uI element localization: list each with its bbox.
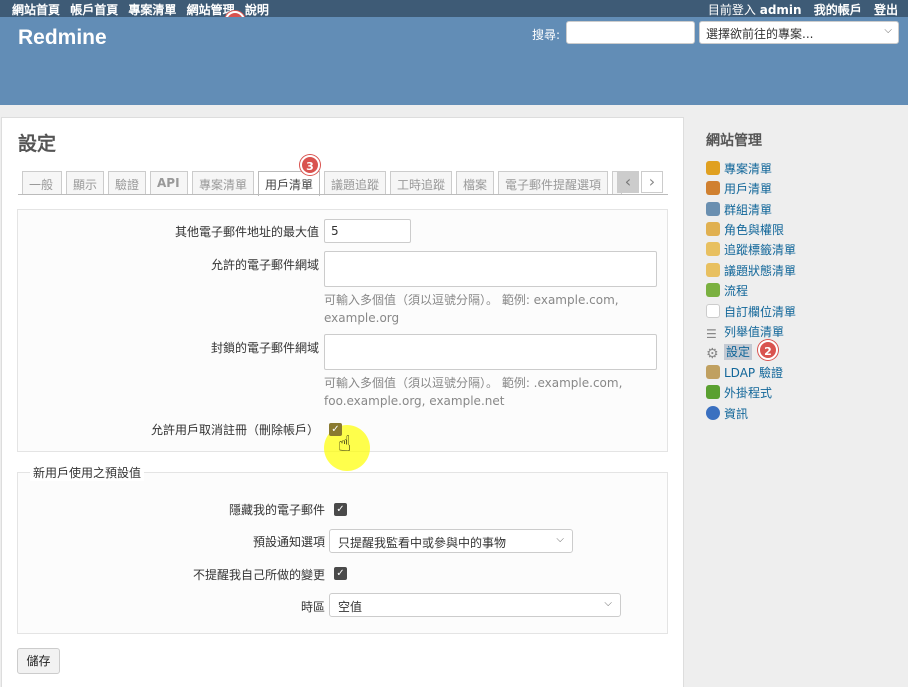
group-icon [706, 202, 720, 216]
sidebar-item-plugins[interactable]: 外掛程式 [706, 384, 772, 402]
sidebar-item-trackers[interactable]: 追蹤標籤清單 [706, 241, 796, 259]
roles-icon [706, 222, 720, 236]
tab-general[interactable]: 一般 [22, 171, 62, 195]
denied-hint-line-1: 可輸入多個值（須以逗號分隔）。 範例: .example.com, [324, 376, 623, 390]
sidebar-item-issue-statuses[interactable]: 議題狀態清單 [706, 262, 796, 280]
user-link[interactable]: admin [760, 3, 802, 17]
defaults-legend: 新用戶使用之預設值 [30, 464, 145, 481]
notify-option-label: 預設通知選項 [252, 535, 325, 549]
allowed-domains-textarea[interactable] [324, 251, 657, 287]
step-badge-3: 3 [300, 155, 320, 175]
chevron-down-icon: ⌵ [884, 25, 892, 36]
denied-domains-hint: 可輸入多個值（須以逗號分隔）。 範例: .example.com, foo.ex… [324, 374, 654, 410]
sidebar-item-ldap[interactable]: LDAP 驗證 [706, 364, 783, 382]
status-icon [706, 263, 720, 277]
tracker-icon [706, 242, 720, 256]
user-icon [706, 181, 720, 195]
plugin-icon [706, 385, 720, 399]
allowed-domains-hint: 可輸入多個值（須以逗號分隔）。 範例: example.com, example… [324, 291, 654, 327]
chevron-down-icon: ⌵ [604, 598, 612, 609]
step-badge-2: 2 [758, 340, 778, 360]
ldap-icon [706, 365, 720, 379]
tab-display[interactable]: 顯示 [66, 171, 104, 195]
allowed-domains-label: 允許的電子郵件網域 [210, 258, 319, 272]
hide-email-checkbox[interactable]: ✓ [334, 503, 347, 516]
allowed-hint-line-2: example.org [324, 311, 400, 325]
gear-icon: ⚙ [706, 346, 719, 362]
menu-my-page[interactable]: 帳戶首頁 [70, 3, 118, 17]
header: Redmine 搜尋: 選擇欲前往的專案... ⌵ [0, 17, 908, 105]
timezone-label: 時區 [300, 600, 325, 614]
sidebar-item-settings[interactable]: ⚙ 設定 [706, 343, 753, 362]
page-title: 設定 [18, 133, 57, 155]
denied-hint-line-2: foo.example.org, example.net [324, 394, 505, 408]
max-emails-label: 其他電子郵件地址的最大值 [174, 225, 319, 239]
custom-field-icon [706, 304, 720, 318]
tab-underline [18, 194, 668, 195]
sidebar-item-custom-fields[interactable]: 自訂欄位清單 [706, 303, 796, 321]
search-input[interactable] [566, 21, 695, 44]
max-emails-input[interactable]: 5 [324, 219, 411, 243]
tab-authentication[interactable]: 驗證 [108, 171, 146, 195]
top-menu: 網站首頁 帳戶首頁 專案清單 網站管理 說明 目前登入 admin 我的帳戶 登… [0, 0, 908, 17]
logout-link[interactable]: 登出 [874, 3, 898, 17]
search-label: 搜尋: [532, 28, 561, 42]
sidebar-item-projects[interactable]: 專案清單 [706, 160, 772, 178]
menu-help[interactable]: 說明 [245, 3, 269, 17]
timezone-value: 空值 [338, 600, 363, 614]
tab-email-notifications[interactable]: 電子郵件提醒選項 [498, 171, 608, 195]
unsubscribe-label: 允許用戶取消註冊（刪除帳戶） [150, 423, 319, 437]
tab-time-tracking[interactable]: 工時追蹤 [390, 171, 452, 195]
project-jump-select[interactable]: 選擇欲前往的專案... ⌵ [699, 21, 899, 44]
tab-scroll-left-button[interactable]: ‹ [617, 171, 639, 193]
sidebar-item-users[interactable]: 用戶清單 [706, 180, 772, 198]
sidebar-item-enumerations[interactable]: ☰ 列舉值清單 [706, 323, 784, 341]
tab-api[interactable]: API [150, 171, 188, 195]
notify-option-value: 只提醒我監看中或參與中的事物 [338, 536, 507, 550]
menu-home[interactable]: 網站首頁 [12, 3, 60, 17]
sidebar-item-workflow[interactable]: 流程 [706, 282, 748, 300]
list-icon: ☰ [706, 327, 717, 341]
sidebar-item-groups[interactable]: 群組清單 [706, 201, 772, 219]
tab-files[interactable]: 檔案 [456, 171, 494, 195]
notify-option-select[interactable]: 只提醒我監看中或參與中的事物 ⌵ [329, 529, 573, 553]
app-title[interactable]: Redmine [18, 26, 107, 50]
projects-icon [706, 161, 720, 175]
sidebar-title: 網站管理 [706, 133, 762, 149]
sidebar-item-info[interactable]: 資訊 [706, 405, 748, 423]
my-account-link[interactable]: 我的帳戶 [814, 3, 862, 17]
user-settings-box [17, 209, 668, 452]
denied-domains-label: 封鎖的電子郵件網域 [210, 341, 319, 355]
denied-domains-textarea[interactable] [324, 334, 657, 370]
no-self-notify-checkbox[interactable]: ✓ [334, 567, 347, 580]
timezone-select[interactable]: 空值 ⌵ [329, 593, 621, 617]
no-self-notify-label: 不提醒我自己所做的變更 [192, 568, 325, 582]
hide-email-label: 隱藏我的電子郵件 [228, 503, 325, 517]
hand-cursor-icon: ☝ [338, 432, 352, 457]
menu-projects[interactable]: 專案清單 [128, 3, 176, 17]
tab-projects[interactable]: 專案清單 [192, 171, 254, 195]
project-jump-value: 選擇欲前往的專案... [706, 27, 814, 41]
sidebar-item-roles[interactable]: 角色與權限 [706, 221, 784, 239]
allowed-hint-line-1: 可輸入多個值（須以逗號分隔）。 範例: example.com, [324, 293, 619, 307]
chevron-down-icon: ⌵ [556, 534, 564, 545]
tab-scroll-right-button[interactable]: › [641, 171, 663, 193]
workflow-icon [706, 283, 720, 297]
logged-in-text: 目前登入 admin [707, 3, 802, 17]
save-button[interactable]: 儲存 [17, 648, 60, 674]
info-icon [706, 406, 720, 420]
tab-issue-tracking[interactable]: 議題追蹤 [324, 171, 386, 195]
